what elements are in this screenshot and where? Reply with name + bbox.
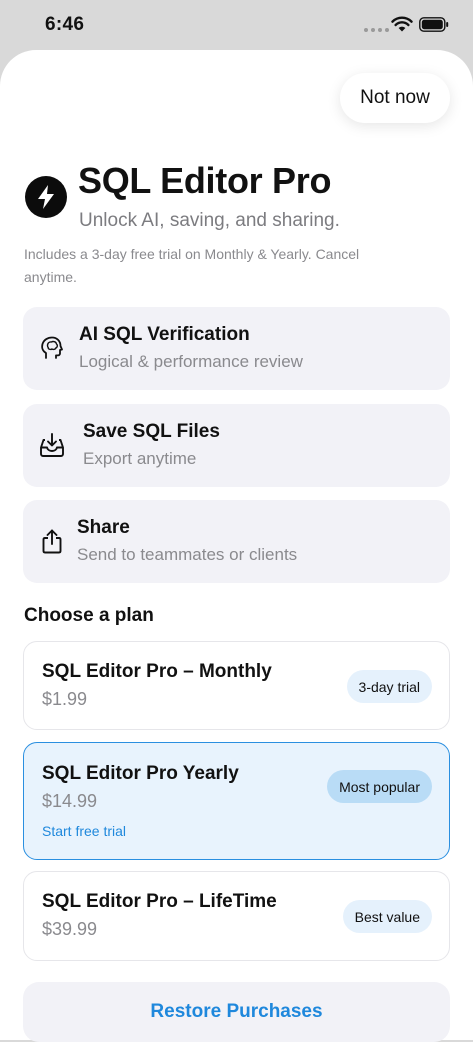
status-bar: 6:46 xyxy=(0,0,473,50)
trial-note: Includes a 3-day free trial on Monthly &… xyxy=(24,246,360,285)
brain-head-icon xyxy=(41,336,63,359)
feature-title: Save SQL Files xyxy=(83,421,220,442)
plan-price: $14.99 xyxy=(42,791,98,811)
feature-card-save-files: Save SQL Files Export anytime xyxy=(23,404,450,487)
start-free-trial-link[interactable]: Start free trial xyxy=(42,823,126,839)
plan-option-yearly[interactable]: SQL Editor Pro Yearly $14.99 Start free … xyxy=(23,742,450,860)
plan-option-monthly[interactable]: SQL Editor Pro – Monthly $1.99 3-day tri… xyxy=(23,641,450,730)
plan-badge: Most popular xyxy=(327,770,432,803)
battery-icon xyxy=(419,17,449,32)
plan-price: $39.99 xyxy=(42,919,98,939)
wifi-icon xyxy=(391,16,413,32)
feature-subtitle: Export anytime xyxy=(83,449,197,468)
plan-price: $1.99 xyxy=(42,689,88,709)
page-title: SQL Editor Pro xyxy=(78,160,332,201)
not-now-button[interactable]: Not now xyxy=(340,73,450,123)
feature-title: Share xyxy=(77,517,130,538)
plan-name: SQL Editor Pro – Monthly xyxy=(42,661,272,682)
section-heading: Choose a plan xyxy=(24,605,154,626)
paywall-sheet: Not now SQL Editor Pro Unlock AI, saving… xyxy=(0,50,473,1042)
feature-subtitle: Send to teammates or clients xyxy=(77,545,298,564)
tray-download-icon xyxy=(40,433,64,457)
lightning-bolt-icon xyxy=(38,185,54,209)
cellular-signal-icon xyxy=(364,28,389,32)
feature-card-ai-verification: AI SQL Verification Logical & performanc… xyxy=(23,307,450,390)
plan-name: SQL Editor Pro Yearly xyxy=(42,763,239,784)
plan-badge: 3-day trial xyxy=(346,670,432,703)
status-time: 6:46 xyxy=(45,14,85,35)
plan-badge: Best value xyxy=(342,900,432,933)
feature-subtitle: Logical & performance review xyxy=(79,352,303,371)
app-logo-icon xyxy=(25,176,67,218)
feature-title: AI SQL Verification xyxy=(79,324,250,345)
restore-purchases-button[interactable]: Restore Purchases xyxy=(23,982,450,1042)
plan-name: SQL Editor Pro – LifeTime xyxy=(42,891,277,912)
page-subtitle: Unlock AI, saving, and sharing. xyxy=(79,210,340,231)
plan-option-lifetime[interactable]: SQL Editor Pro – LifeTime $39.99 Best va… xyxy=(23,871,450,961)
share-icon xyxy=(42,529,62,554)
feature-card-share: Share Send to teammates or clients xyxy=(23,500,450,583)
